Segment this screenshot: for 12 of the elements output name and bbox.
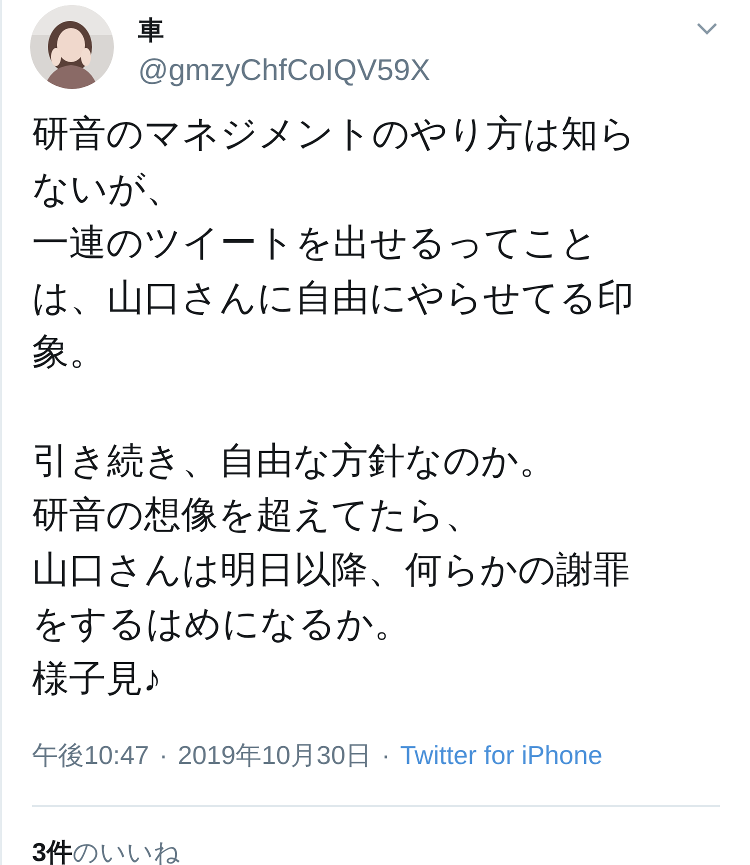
separator-dot: ·	[381, 739, 390, 772]
tweet-time: 午後10:47	[32, 739, 150, 772]
separator-dot: ·	[159, 739, 168, 772]
tweet-date: 2019年10月30日	[178, 739, 372, 772]
likes-count[interactable]: 3件	[32, 833, 72, 865]
tweet-text: 研音のマネジメントのやり方は知ら ないが、 一連のツイートを出せるってこと は、山口さんに自由にやらせてる印 象。	[32, 112, 637, 374]
likes-label[interactable]: のいいね	[72, 833, 180, 865]
chevron-down-icon[interactable]	[696, 22, 718, 36]
source-link[interactable]: Twitter for iPhone	[400, 736, 602, 775]
author-handle[interactable]: @gmzyChfCoIQV59X	[138, 51, 430, 91]
tweet-text: 引き続き、自由な方針なのか。 研音の想像を超えてたら、 山口さんは明日以降、何らかの謝罪 をするはめになるか。 様子見♪	[32, 438, 631, 700]
author-name[interactable]: 車	[138, 13, 430, 47]
